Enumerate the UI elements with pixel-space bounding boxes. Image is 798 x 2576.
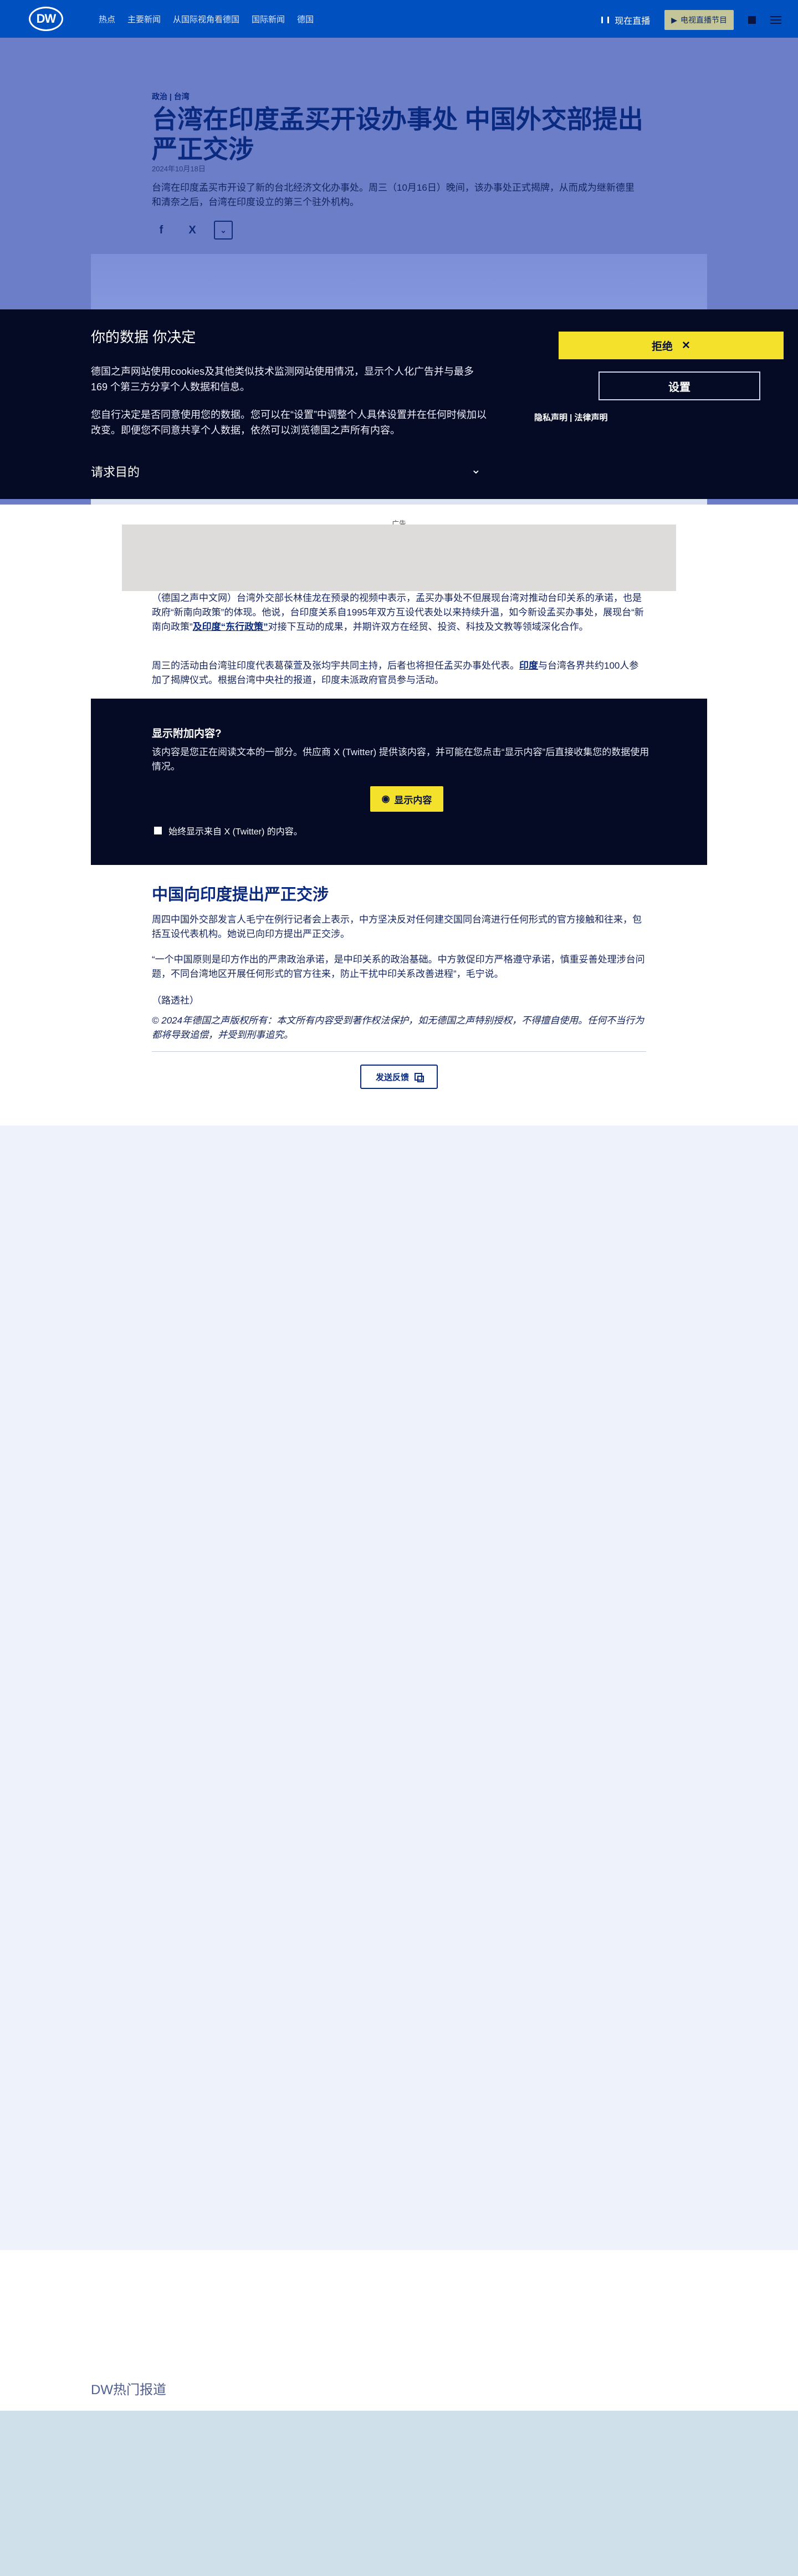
nav-item[interactable]: 国际新闻 [252, 13, 285, 25]
reject-label: 拒绝 [652, 340, 673, 353]
embed-text: 该内容是您正在阅读文本的一部分。供应商 X (Twitter) 提供该内容，并可… [152, 747, 649, 772]
chevron-down-icon[interactable]: ⌄ [214, 221, 233, 240]
article-kicker[interactable]: 政治 | 台湾 [152, 91, 190, 102]
eye-icon: ◉ [381, 793, 390, 804]
consent-links[interactable]: 隐私声明 | 法律声明 [534, 411, 608, 423]
x-icon[interactable]: X [183, 221, 202, 240]
show-content-label: 显示内容 [394, 795, 432, 806]
tv-label: 电视直播节目 [681, 16, 727, 24]
ad-slot [122, 525, 676, 591]
facebook-icon[interactable]: f [152, 221, 171, 240]
article-source: （路透社） [152, 995, 199, 1006]
settings-button[interactable]: 设置 [598, 371, 760, 400]
nav-item[interactable]: 主要新闻 [127, 13, 161, 25]
embed-title: 显示附加内容? [152, 728, 222, 740]
nav-item[interactable]: 德国 [297, 13, 314, 25]
top-nav: 热点 主要新闻 从国际视角看德国 国际新闻 德国 [99, 13, 314, 25]
header-actions: 现在直播 ▶ 电视直播节目 [601, 10, 781, 30]
embed-consent: 显示附加内容? 该内容是您正在阅读文本的一部分。供应商 X (Twitter) … [91, 699, 707, 865]
article-body: 广告 （德国之声中文网）台湾外交部长林佳龙在预录的视频中表示，孟买办事处不但展现… [0, 505, 798, 1126]
consent-text-2: 您自行决定是否同意使用您的数据。您可以在“设置”中调整个人具体设置并在任何时候加… [91, 409, 487, 436]
checkbox-label: 始终显示来自 X (Twitter) 的内容。 [168, 827, 303, 837]
inline-link[interactable]: 印度 [519, 660, 538, 671]
consent-purpose-toggle[interactable]: 请求目的 ⌄ [91, 462, 481, 480]
article-title: 台湾在印度孟买开设办事处 中国外交部提出严正交涉 [152, 105, 643, 164]
menu-icon[interactable] [770, 16, 781, 24]
live-icon [601, 17, 610, 23]
nav-item[interactable]: 从国际视角看德国 [173, 13, 239, 25]
always-show-checkbox[interactable]: 始终显示来自 X (Twitter) 的内容。 [154, 824, 303, 837]
dw-hot-heading: DW热门报道 [91, 2382, 166, 2397]
article-paragraph: （德国之声中文网）台湾外交部长林佳龙在预录的视频中表示，孟买办事处不但展现台湾对… [152, 593, 644, 632]
section-heading: 中国向印度提出严正交涉 [152, 886, 329, 904]
feedback-label: 发送反馈 [375, 1072, 409, 1082]
tv-button[interactable]: ▶ 电视直播节目 [664, 10, 734, 30]
share-bar: f X ⌄ [152, 221, 233, 240]
article-paragraph: 周三的活动由台湾驻印度代表葛葆萱及张均宇共同主持，后者也将担任孟买办事处代表。印… [152, 660, 639, 685]
nav-item[interactable]: 热点 [99, 13, 115, 25]
inline-link[interactable]: 及印度“东行政策” [193, 622, 268, 632]
live-link[interactable]: 现在直播 [601, 13, 650, 27]
tv-icon: ▶ [671, 15, 677, 24]
footer-band [0, 2411, 798, 2576]
checkbox-icon[interactable] [154, 827, 162, 834]
article-date: 2024年10月18日 [152, 165, 206, 173]
purpose-label: 请求目的 [91, 465, 140, 479]
feedback-button[interactable]: 发送反馈 [360, 1065, 438, 1089]
live-label: 现在直播 [615, 17, 651, 26]
site-header: DW 热点 主要新闻 从国际视角看德国 国际新闻 德国 现在直播 ▶ 电视直播节… [0, 0, 798, 38]
language-icon[interactable] [748, 16, 756, 24]
article-paragraph: “一个中国原则是印方作出的严肃政治承诺，是中印关系的政治基础。中方敦促印方严格遵… [152, 954, 645, 979]
copyright-notice: © 2024年德国之声版权所有：本文所有内容受到著作权法保护，如无德国之声特别授… [152, 1014, 646, 1052]
close-icon: ✕ [682, 339, 690, 352]
copy-icon [415, 1073, 424, 1082]
article-paragraph: 周四中国外交部发言人毛宁在例行记者会上表示，中方坚决反对任何建交国同台湾进行任何… [152, 914, 642, 939]
chevron-down-icon: ⌄ [470, 462, 481, 476]
dw-logo[interactable]: DW [29, 7, 63, 31]
article-lede: 台湾在印度孟买市开设了新的台北经济文化办事处。周三（10月16日）晚间，该办事处… [152, 182, 635, 207]
reject-button[interactable]: 拒绝 ✕ [559, 332, 784, 359]
show-content-button[interactable]: ◉ 显示内容 [370, 786, 443, 812]
consent-text: 德国之声网站使用cookies及其他类似技术监测网站使用情况，显示个人化广告并与… [91, 366, 474, 393]
consent-title: 你的数据 你决定 [91, 329, 196, 345]
consent-dialog: 你的数据 你决定 德国之声网站使用cookies及其他类似技术监测网站使用情况，… [0, 309, 798, 499]
